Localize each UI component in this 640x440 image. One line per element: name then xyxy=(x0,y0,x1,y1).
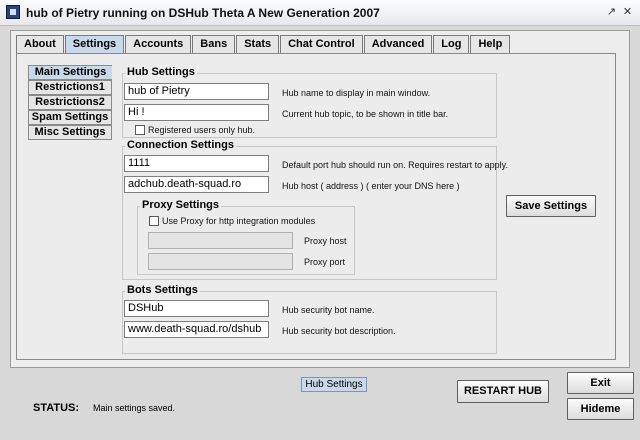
side-tab-spam-settings[interactable]: Spam Settings xyxy=(28,110,112,125)
hub-name-input[interactable]: hub of Pietry xyxy=(124,83,269,100)
tab-accounts[interactable]: Accounts xyxy=(125,35,192,53)
host-input[interactable]: adchub.death-squad.ro xyxy=(124,176,269,193)
side-tab-main-settings[interactable]: Main Settings xyxy=(28,65,112,80)
bot-description-input[interactable]: www.death-squad.ro/dshub xyxy=(124,321,269,338)
tab-stats[interactable]: Stats xyxy=(236,35,280,53)
app-icon xyxy=(6,5,20,19)
proxy-settings-title: Proxy Settings xyxy=(140,199,222,211)
tab-settings[interactable]: Settings xyxy=(64,35,125,53)
hub-topic-hint: Current hub topic, to be shown in title … xyxy=(282,109,449,119)
side-tab-restrictions2[interactable]: Restrictions2 xyxy=(28,95,112,110)
port-hint: Default port hub should run on. Requires… xyxy=(282,160,508,170)
host-hint: Hub host ( address ) ( enter your DNS he… xyxy=(282,181,460,191)
window-title: hub of Pietry running on DSHub Theta A N… xyxy=(26,6,380,20)
proxy-port-label: Proxy port xyxy=(304,257,346,267)
bots-settings-title: Bots Settings xyxy=(125,284,200,296)
hub-name-hint: Hub name to display in main window. xyxy=(282,88,431,98)
main-tabs: About Settings Accounts Bans Stats Chat … xyxy=(16,35,511,53)
side-tab-restrictions1[interactable]: Restrictions1 xyxy=(28,80,112,95)
hub-settings-title: Hub Settings xyxy=(125,66,197,78)
status-message: Main settings saved. xyxy=(93,403,176,413)
restart-hub-button[interactable]: RESTART HUB xyxy=(457,380,549,403)
hub-topic-input[interactable]: Hi ! xyxy=(124,104,269,121)
save-settings-button[interactable]: Save Settings xyxy=(506,195,596,217)
title-bar: hub of Pietry running on DSHub Theta A N… xyxy=(0,0,640,26)
hideme-button[interactable]: Hideme xyxy=(567,398,634,420)
close-icon[interactable]: ✕ xyxy=(620,5,635,20)
hub-settings-chip[interactable]: Hub Settings xyxy=(301,377,367,392)
proxy-host-input[interactable] xyxy=(148,232,293,249)
tab-bans[interactable]: Bans xyxy=(192,35,236,53)
port-input[interactable]: 1111 xyxy=(124,155,269,172)
tab-advanced[interactable]: Advanced xyxy=(363,35,433,53)
bot-name-input[interactable]: DSHub xyxy=(124,300,269,317)
exit-button[interactable]: Exit xyxy=(567,372,634,394)
tab-log[interactable]: Log xyxy=(433,35,470,53)
side-tab-misc-settings[interactable]: Misc Settings xyxy=(28,125,112,140)
connection-settings-title: Connection Settings xyxy=(125,139,236,151)
proxy-host-label: Proxy host xyxy=(304,236,347,246)
use-proxy-label: Use Proxy for http integration modules xyxy=(162,216,316,226)
status-label: STATUS: xyxy=(33,402,80,414)
tab-chat-control[interactable]: Chat Control xyxy=(280,35,363,53)
use-proxy-checkbox[interactable] xyxy=(149,216,159,226)
proxy-port-input[interactable] xyxy=(148,253,293,270)
registered-only-checkbox[interactable] xyxy=(135,125,145,135)
tab-help[interactable]: Help xyxy=(470,35,511,53)
bot-name-hint: Hub security bot name. xyxy=(282,305,375,315)
restore-icon[interactable]: ↗ xyxy=(604,5,619,20)
tab-about[interactable]: About xyxy=(16,35,64,53)
registered-only-label: Registered users only hub. xyxy=(148,125,256,135)
bot-description-hint: Hub security bot description. xyxy=(282,326,396,336)
